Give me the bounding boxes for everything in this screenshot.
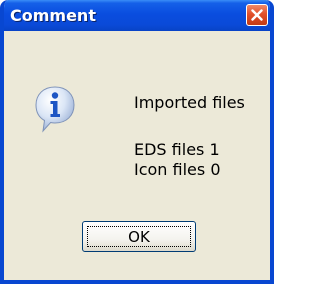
title-bar[interactable]: Comment bbox=[4, 0, 270, 31]
close-button[interactable] bbox=[246, 4, 268, 26]
information-icon bbox=[35, 86, 75, 133]
message-dialog: Comment Imported files EDS files 1 Icon … bbox=[0, 0, 274, 284]
message-line-icon-files: Icon files 0 bbox=[134, 160, 221, 179]
window-title: Comment bbox=[10, 6, 96, 25]
close-icon bbox=[251, 9, 263, 21]
message-line-imported: Imported files bbox=[134, 93, 245, 112]
ok-button-label: OK bbox=[87, 226, 191, 247]
message-line-eds-files: EDS files 1 bbox=[134, 140, 220, 159]
ok-button[interactable]: OK bbox=[82, 221, 196, 252]
